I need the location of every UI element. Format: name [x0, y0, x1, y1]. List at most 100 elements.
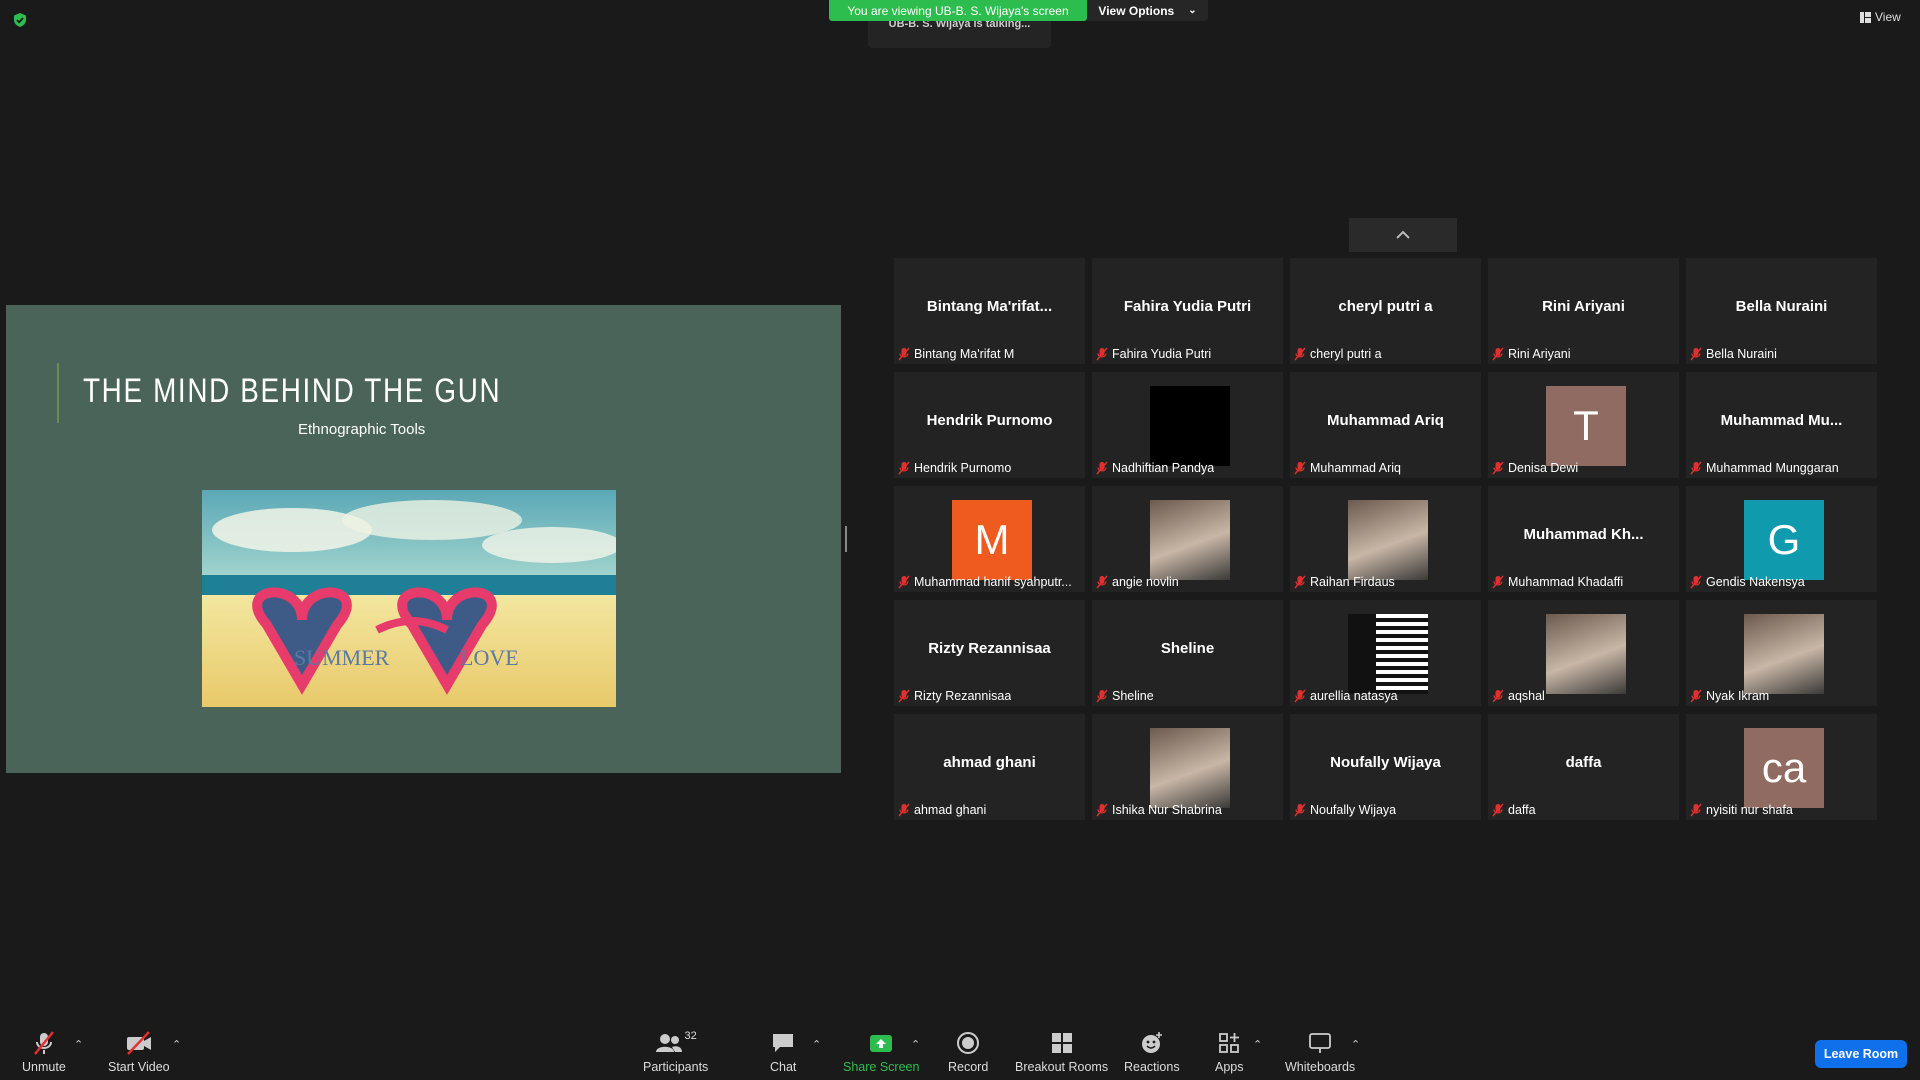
participants-button[interactable]: 32 Participants [643, 1030, 708, 1074]
muted-mic-icon [1096, 575, 1108, 589]
record-button[interactable]: Record [948, 1030, 988, 1074]
participant-name-tag: angie novlin [1096, 575, 1179, 589]
participant-name-tag: aqshal [1492, 689, 1545, 703]
leave-room-button[interactable]: Leave Room [1815, 1040, 1907, 1068]
muted-mic-icon [898, 575, 910, 589]
participant-name: Raihan Firdaus [1310, 575, 1395, 589]
participant-tile[interactable]: Fahira Yudia Putri Fahira Yudia Putri [1092, 258, 1283, 364]
participant-tile[interactable]: aurellia natasya [1290, 600, 1481, 706]
participant-name-tag: Rizty Rezannisaa [898, 689, 1011, 703]
participant-name: ahmad ghani [914, 803, 987, 817]
start-video-button[interactable]: Start Video [108, 1030, 170, 1074]
participant-tile[interactable]: Rini Ariyani Rini Ariyani [1488, 258, 1679, 364]
gallery-scroll-up-button[interactable] [1349, 218, 1457, 252]
participant-name-tag: Nyak Ikram [1690, 689, 1769, 703]
participant-display-name: Rizty Rezannisaa [928, 640, 1051, 657]
participant-display-name: Rini Ariyani [1542, 298, 1625, 315]
view-options-label: View Options [1098, 3, 1175, 18]
share-screen-icon [870, 1035, 893, 1052]
participant-name: Muhammad Munggaran [1706, 461, 1839, 475]
participant-tile[interactable]: Noufally Wijaya Noufally Wijaya [1290, 714, 1481, 820]
participant-tile[interactable]: Hendrik Purnomo Hendrik Purnomo [894, 372, 1085, 478]
participant-name: angie novlin [1112, 575, 1179, 589]
share-screen-button[interactable]: Share Screen [843, 1030, 919, 1074]
participant-name: Bella Nuraini [1706, 347, 1777, 361]
muted-mic-icon [33, 1031, 54, 1055]
muted-mic-icon [1096, 461, 1108, 475]
image-word-summer: SUMMER [294, 645, 390, 670]
participant-name-tag: Nadhiftian Pandya [1096, 461, 1214, 475]
participant-tile[interactable]: Raihan Firdaus [1290, 486, 1481, 592]
participant-tile[interactable]: ca nyisiti nur shafa [1686, 714, 1877, 820]
participant-name-tag: cheryl putri a [1294, 347, 1382, 361]
participant-tile[interactable]: Rizty Rezannisaa Rizty Rezannisaa [894, 600, 1085, 706]
view-options-button[interactable]: View Options ⌄ [1087, 0, 1208, 21]
muted-mic-icon [1096, 689, 1108, 703]
participant-tile[interactable]: G Gendis Nakensya [1686, 486, 1877, 592]
video-options-caret[interactable]: ⌃ [172, 1038, 181, 1051]
muted-mic-icon [1096, 347, 1108, 361]
whiteboards-button[interactable]: Whiteboards [1285, 1030, 1355, 1074]
participant-tile[interactable]: Nadhiftian Pandya [1092, 372, 1283, 478]
participant-photo [1348, 500, 1428, 580]
participants-label: Participants [643, 1060, 709, 1074]
apps-options-caret[interactable]: ⌃ [1253, 1038, 1262, 1051]
reactions-button[interactable]: Reactions [1124, 1030, 1180, 1074]
participant-display-name: Bintang Ma'rifat... [926, 298, 1053, 315]
record-label: Record [948, 1060, 989, 1074]
participant-name: aqshal [1508, 689, 1545, 703]
breakout-rooms-icon [1051, 1033, 1072, 1053]
participant-name: Nyak Ikram [1706, 689, 1770, 703]
chat-label: Chat [770, 1060, 797, 1074]
view-label: View [1875, 10, 1901, 24]
view-button[interactable]: View [1860, 10, 1901, 24]
breakout-rooms-button[interactable]: Breakout Rooms [1015, 1030, 1108, 1074]
participant-tile[interactable]: Ishika Nur Shabrina [1092, 714, 1283, 820]
panel-splitter-handle[interactable] [845, 526, 847, 552]
participant-name-tag: Raihan Firdaus [1294, 575, 1395, 589]
participant-name-tag: Muhammad Ariq [1294, 461, 1401, 475]
participant-name: Muhammad Ariq [1310, 461, 1402, 475]
participant-name-tag: Bella Nuraini [1690, 347, 1777, 361]
muted-mic-icon [1690, 689, 1702, 703]
muted-mic-icon [1294, 575, 1306, 589]
participant-tile[interactable]: Nyak Ikram [1686, 600, 1877, 706]
unmute-button[interactable]: Unmute [22, 1030, 66, 1074]
participant-name: nyisiti nur shafa [1706, 803, 1793, 817]
participant-display-name: ahmad ghani [943, 754, 1036, 771]
participant-tile[interactable]: angie novlin [1092, 486, 1283, 592]
participant-tile[interactable]: cheryl putri a cheryl putri a [1290, 258, 1481, 364]
chat-options-caret[interactable]: ⌃ [812, 1038, 821, 1051]
participant-name: Fahira Yudia Putri [1112, 347, 1212, 361]
slide-title: THE MIND BEHIND THE GUN [83, 372, 502, 410]
audio-options-caret[interactable]: ⌃ [74, 1038, 83, 1051]
whiteboards-options-caret[interactable]: ⌃ [1351, 1038, 1360, 1051]
participant-tile[interactable]: Bintang Ma'rifat... Bintang Ma'rifat M [894, 258, 1085, 364]
muted-mic-icon [1690, 803, 1702, 817]
chat-button[interactable]: Chat [770, 1030, 796, 1074]
participant-tile[interactable]: Muhammad Mu... Muhammad Munggaran [1686, 372, 1877, 478]
share-options-caret[interactable]: ⌃ [911, 1038, 920, 1051]
security-shield-icon[interactable] [12, 12, 28, 28]
participant-video [1150, 386, 1230, 466]
participant-tile[interactable]: Sheline Sheline [1092, 600, 1283, 706]
participant-name: aurellia natasya [1310, 689, 1398, 703]
muted-mic-icon [1294, 347, 1306, 361]
apps-icon [1219, 1033, 1240, 1053]
participant-name: Rini Ariyani [1508, 347, 1571, 361]
participant-tile[interactable]: ahmad ghani ahmad ghani [894, 714, 1085, 820]
participant-tile[interactable]: T Denisa Dewi [1488, 372, 1679, 478]
participant-name-tag: Bintang Ma'rifat M [898, 347, 1014, 361]
participant-tile[interactable]: Muhammad Ariq Muhammad Ariq [1290, 372, 1481, 478]
participant-tile[interactable]: Muhammad Kh... Muhammad Khadaffi [1488, 486, 1679, 592]
muted-mic-icon [1294, 689, 1306, 703]
participant-tile[interactable]: aqshal [1488, 600, 1679, 706]
whiteboards-label: Whiteboards [1285, 1060, 1356, 1074]
muted-mic-icon [1690, 461, 1702, 475]
participant-tile[interactable]: Bella Nuraini Bella Nuraini [1686, 258, 1877, 364]
leave-room-label: Leave Room [1823, 1047, 1899, 1061]
participant-tile[interactable]: daffa daffa [1488, 714, 1679, 820]
muted-mic-icon [1492, 575, 1504, 589]
apps-button[interactable]: Apps [1215, 1030, 1244, 1074]
participant-tile[interactable]: M Muhammad hanif syahputr... [894, 486, 1085, 592]
